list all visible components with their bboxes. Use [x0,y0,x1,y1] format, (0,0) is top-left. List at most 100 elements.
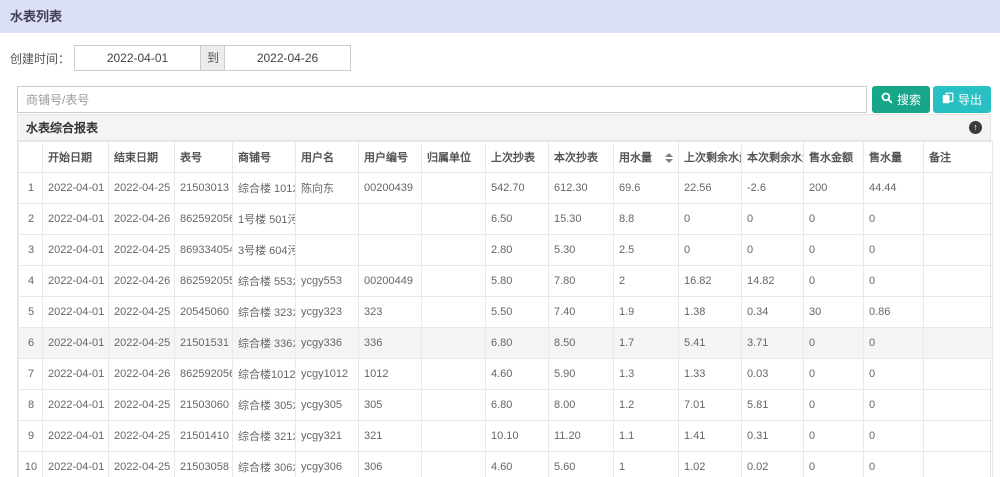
sale-amount-cell: 0 [804,390,864,421]
user-id-cell: 305 [359,390,422,421]
start-date-cell: 2022-04-01 [43,266,109,297]
username-cell: ycgy336 [296,328,359,359]
user-id-cell: 321 [359,421,422,452]
end-date-cell: 2022-04-26 [109,359,175,390]
collapse-top-icon[interactable]: ↑ [969,121,982,134]
end-date-cell: 2022-04-25 [109,328,175,359]
search-icon [881,92,893,107]
owner-unit-cell [422,359,486,390]
current-reading-cell: 5.30 [549,235,614,266]
table-row[interactable]: 102022-04-012022-04-2521503058综合楼 306水yc… [19,452,993,477]
table-row[interactable]: 52022-04-012022-04-2520545060综合楼 323水ycg… [19,297,993,328]
row-index-cell: 10 [19,452,43,477]
start-date-cell: 2022-04-01 [43,452,109,477]
row-index-cell: 7 [19,359,43,390]
table-row[interactable]: 92022-04-012022-04-2521501410综合楼 321水ycg… [19,421,993,452]
table-row[interactable]: 72022-04-012022-04-268625920560综合楼1012 水… [19,359,993,390]
sale-volume-cell: 0 [864,421,924,452]
column-header-owner-unit[interactable]: 归属单位 [422,142,486,173]
end-date-cell: 2022-04-25 [109,421,175,452]
prev-remaining-cell: 1.38 [679,297,742,328]
water-meter-table: 开始日期结束日期表号商铺号用户名用户编号归属单位上次抄表本次抄表用水量上次剩余水… [18,141,993,477]
end-date-cell: 2022-04-25 [109,452,175,477]
report-panel-title: 水表综合报表 [26,119,98,136]
shop-no-cell: 综合楼 323水 [233,297,296,328]
current-reading-cell: 7.80 [549,266,614,297]
column-header-prev-remaining[interactable]: 上次剩余水量 [679,142,742,173]
column-header-sale-amount[interactable]: 售水金额 [804,142,864,173]
column-header-sale-volume[interactable]: 售水量 [864,142,924,173]
sale-volume-cell: 0 [864,390,924,421]
remark-cell [924,390,993,421]
table-row[interactable]: 42022-04-012022-04-268625920558综合楼 553水y… [19,266,993,297]
table-row[interactable]: 82022-04-012022-04-2521503060综合楼 305水ycg… [19,390,993,421]
username-cell [296,235,359,266]
column-header-remark[interactable]: 备注 [924,142,993,173]
end-date-cell: 2022-04-25 [109,173,175,204]
row-index-cell: 8 [19,390,43,421]
owner-unit-cell [422,297,486,328]
shop-no-cell: 综合楼 553水 [233,266,296,297]
column-header-meter-no[interactable]: 表号 [175,142,233,173]
prev-reading-cell: 5.80 [486,266,549,297]
export-button[interactable]: 导出 [933,86,991,113]
end-date-cell: 2022-04-25 [109,235,175,266]
search-button[interactable]: 搜索 [872,86,930,113]
username-cell: ycgy305 [296,390,359,421]
user-id-cell: 00200439 [359,173,422,204]
meter-no-cell: 8625920560 [175,359,233,390]
current-reading-cell: 8.00 [549,390,614,421]
sale-amount-cell: 0 [804,421,864,452]
shop-no-cell: 1号楼 501污水 [233,204,296,235]
column-header-end-date[interactable]: 结束日期 [109,142,175,173]
search-bar: 搜索 导出 [17,86,991,113]
username-cell [296,204,359,235]
shop-no-cell: 综合楼 101水 [233,173,296,204]
prev-reading-cell: 542.70 [486,173,549,204]
meter-no-cell: 21503013 [175,173,233,204]
start-date-cell: 2022-04-01 [43,297,109,328]
current-reading-cell: 8.50 [549,328,614,359]
search-input[interactable] [17,86,867,113]
start-date-input[interactable] [74,45,201,71]
column-header-user-id[interactable]: 用户编号 [359,142,422,173]
page-title: 水表列表 [0,0,1000,33]
prev-reading-cell: 4.60 [486,452,549,477]
column-header-water-usage[interactable]: 用水量 [614,142,679,173]
shop-no-cell: 3号楼 604污水 [233,235,296,266]
column-header-current-remaining[interactable]: 本次剩余水量 [742,142,804,173]
owner-unit-cell [422,452,486,477]
table-row[interactable]: 62022-04-012022-04-2521501531综合楼 336水ycg… [19,328,993,359]
end-date-cell: 2022-04-25 [109,390,175,421]
current-remaining-cell: 0.02 [742,452,804,477]
sale-volume-cell: 0 [864,235,924,266]
owner-unit-cell [422,266,486,297]
remark-cell [924,235,993,266]
table-row[interactable]: 12022-04-012022-04-2521503013综合楼 101水陈向东… [19,173,993,204]
report-panel: 水表综合报表 ↑ 开始日期结束日期表号商铺号用户名用户编号归属单位上次抄表本次抄… [17,114,991,477]
water-usage-cell: 1 [614,452,679,477]
column-header-prev-reading[interactable]: 上次抄表 [486,142,549,173]
water-usage-cell: 1.7 [614,328,679,359]
column-header-shop-no[interactable]: 商铺号 [233,142,296,173]
table-row[interactable]: 32022-04-012022-04-2586933405463号楼 604污水… [19,235,993,266]
username-cell: ycgy306 [296,452,359,477]
meter-no-cell: 21501410 [175,421,233,452]
column-header-username[interactable]: 用户名 [296,142,359,173]
prev-reading-cell: 2.80 [486,235,549,266]
column-header-start-date[interactable]: 开始日期 [43,142,109,173]
sale-volume-cell: 0.86 [864,297,924,328]
end-date-input[interactable] [224,45,351,71]
shop-no-cell: 综合楼1012 水 [233,359,296,390]
meter-no-cell: 8625920560 [175,204,233,235]
current-remaining-cell: 0 [742,204,804,235]
column-header-current-reading[interactable]: 本次抄表 [549,142,614,173]
column-header-row-index[interactable] [19,142,43,173]
user-id-cell: 00200449 [359,266,422,297]
current-remaining-cell: 0.31 [742,421,804,452]
meter-no-cell: 21503060 [175,390,233,421]
sort-icon[interactable] [665,153,673,163]
search-button-label: 搜索 [897,91,921,108]
table-row[interactable]: 22022-04-012022-04-2686259205601号楼 501污水… [19,204,993,235]
shop-no-cell: 综合楼 321水 [233,421,296,452]
